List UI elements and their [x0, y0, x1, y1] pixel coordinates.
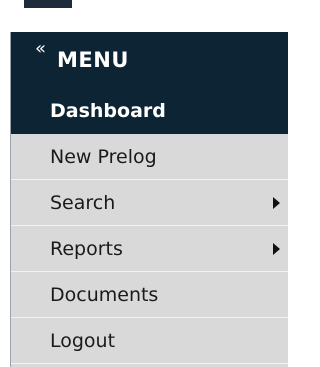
menu-header[interactable]: « MENU — [11, 32, 288, 88]
menu-item-dashboard[interactable]: Dashboard — [11, 88, 288, 134]
menu-item-documents[interactable]: Documents — [11, 272, 288, 318]
menu-title: MENU — [57, 48, 129, 72]
menu-item-logout[interactable]: Logout — [11, 318, 288, 364]
menu-item-label: Search — [50, 191, 116, 214]
caret-right-icon — [273, 242, 280, 255]
menu-item-search[interactable]: Search — [11, 180, 288, 226]
side-menu: « MENU Dashboard New Prelog Search Repor… — [10, 32, 288, 367]
double-chevron-left-icon[interactable]: « — [35, 40, 46, 58]
top-cropped-header — [0, 0, 287, 32]
cropped-bar — [24, 0, 72, 8]
menu-item-label: Reports — [50, 237, 123, 260]
menu-item-label: Logout — [50, 329, 116, 352]
menu-item-reports[interactable]: Reports — [11, 226, 288, 272]
menu-item-label: Dashboard — [50, 99, 166, 122]
menu-item-new-prelog[interactable]: New Prelog — [11, 134, 288, 180]
caret-right-icon — [273, 196, 280, 209]
menu-item-label: Documents — [50, 283, 159, 306]
menu-item-label: New Prelog — [50, 145, 157, 168]
